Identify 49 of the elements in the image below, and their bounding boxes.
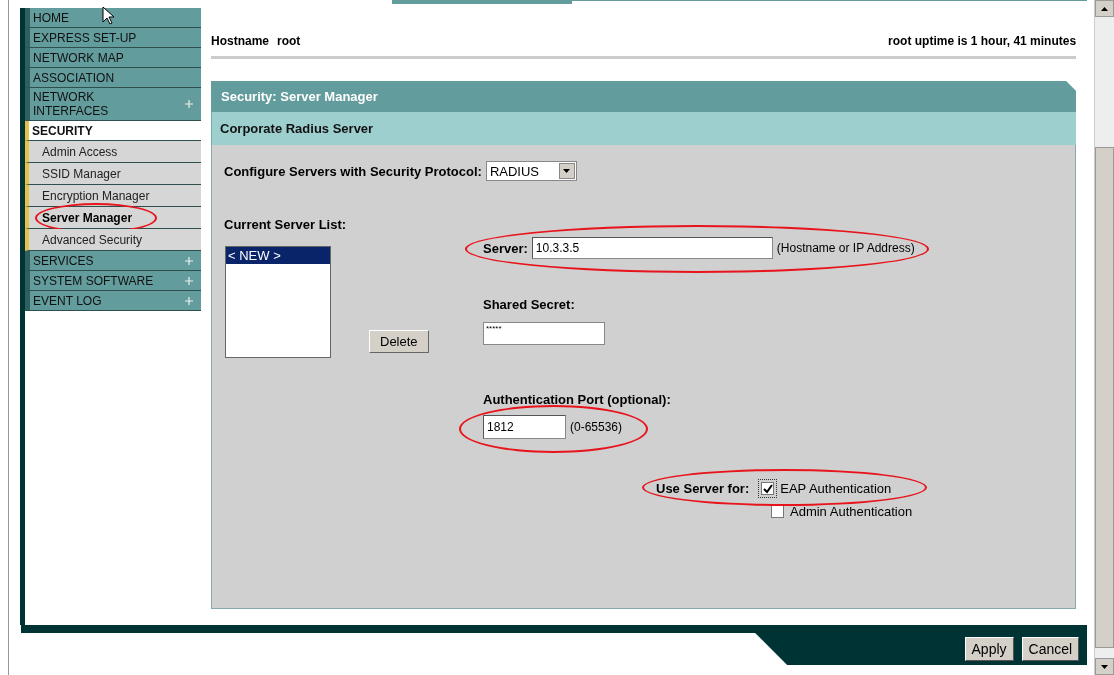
protocol-label: Configure Servers with Security Protocol: [224, 163, 482, 179]
hostname-value: root [277, 34, 301, 48]
plus-icon [185, 276, 193, 285]
menu-item[interactable]: ASSOCIATION [25, 68, 201, 88]
up-arrow-icon [1101, 6, 1109, 11]
uptime-text: root uptime is 1 hour, 41 minutes [888, 34, 1077, 48]
server-list-label: Current Server List: [224, 217, 347, 232]
menu-item[interactable]: Encryption Manager [25, 185, 201, 207]
menu-item[interactable]: SSID Manager [25, 163, 201, 185]
port-label: Authentication Port (optional): [483, 392, 671, 407]
menu-item[interactable]: Advanced Security [25, 229, 201, 251]
delete-button[interactable]: Delete [369, 330, 429, 353]
plus-icon [185, 296, 193, 305]
menu-item[interactable]: HOME [25, 8, 201, 28]
checkbox-option[interactable]: Admin Authentication [771, 504, 1064, 519]
menu-item[interactable]: SECURITY [25, 121, 201, 141]
port-field[interactable]: 1812 [483, 415, 566, 439]
panel-title: Security: Server Manager [211, 81, 1077, 112]
server-list[interactable]: < NEW > [225, 246, 331, 358]
section-header: Corporate Radius Server [211, 112, 1077, 145]
mouse-cursor-icon [102, 6, 114, 25]
shared-secret-label: Shared Secret: [483, 297, 575, 312]
menu-item[interactable]: NETWORK MAP [25, 48, 201, 68]
scrollbar-thumb[interactable] [1095, 147, 1114, 648]
down-arrow-icon [1101, 664, 1109, 669]
server-label: Server: [483, 240, 528, 256]
menu-item[interactable]: NETWORK INTERFACES [25, 88, 201, 121]
scroll-down-button[interactable] [1095, 658, 1114, 675]
checkbox[interactable] [761, 482, 775, 495]
form-button[interactable]: Apply [964, 637, 1014, 661]
dropdown-arrow-icon [563, 169, 571, 173]
checkbox-label: Admin Authentication [790, 504, 913, 519]
protocol-dropdown[interactable]: RADIUS [485, 161, 577, 181]
menu-item[interactable]: EXPRESS SET-UP [25, 28, 201, 48]
password-field[interactable]: ***** [483, 322, 605, 345]
scroll-up-button[interactable] [1095, 0, 1114, 17]
plus-icon [185, 100, 193, 108]
hint-text: (Hostname or IP Address) [776, 241, 915, 255]
hint-text: (0-65536) [570, 420, 623, 434]
menu-item[interactable]: SYSTEM SOFTWARE [25, 271, 201, 291]
menu-item[interactable]: Admin Access [25, 141, 201, 163]
hostname-label: Hostname [211, 34, 269, 48]
plus-icon [185, 256, 193, 265]
menu-item[interactable]: SERVICES [25, 251, 201, 271]
use-server-label: Use Server for: [656, 481, 750, 496]
menu-item[interactable]: EVENT LOG [25, 291, 201, 311]
server-field[interactable]: 10.3.3.5 [531, 237, 773, 259]
form-button[interactable]: Cancel [1021, 637, 1080, 661]
list-option[interactable]: < NEW > [226, 247, 330, 264]
